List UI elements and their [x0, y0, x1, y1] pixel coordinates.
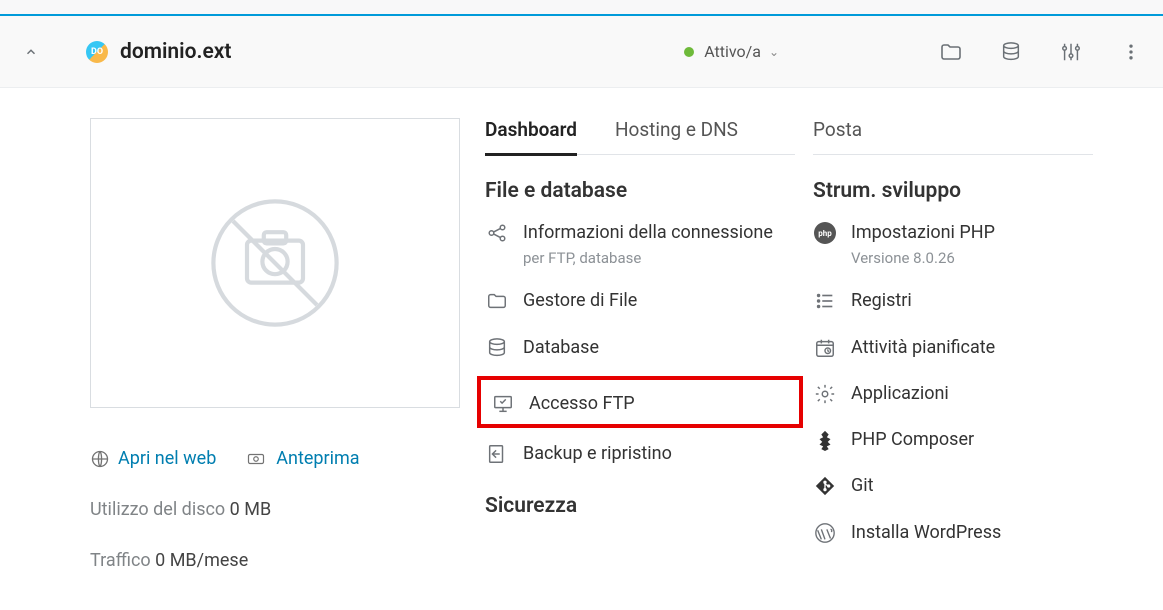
disk-usage: Utilizzo del disco 0 MB: [90, 499, 485, 520]
preview-link[interactable]: Anteprima: [244, 448, 359, 469]
wordpress-icon: [814, 522, 836, 544]
preview-label: Anteprima: [276, 448, 359, 469]
database-icon: [1000, 41, 1022, 63]
item-label: Backup e ripristino: [523, 442, 795, 466]
backup-icon: [486, 443, 508, 465]
tabs-right: Posta: [813, 118, 1093, 155]
item-label: Git: [851, 474, 1093, 498]
traffic-usage: Traffico 0 MB/mese: [90, 550, 485, 571]
item-applications[interactable]: Applicazioni: [813, 382, 1093, 406]
site-screenshot-placeholder: [90, 118, 460, 408]
section-dev-tools: Strum. sviluppo: [813, 179, 1093, 203]
item-label: Applicazioni: [851, 382, 1093, 406]
item-connection-info[interactable]: Informazioni della connessione per FTP, …: [485, 221, 795, 267]
tab-hosting-dns[interactable]: Hosting e DNS: [615, 118, 738, 156]
item-backup[interactable]: Backup e ripristino: [485, 442, 795, 466]
item-sublabel: per FTP, database: [523, 249, 795, 267]
open-in-web-label: Apri nel web: [118, 448, 216, 469]
item-php-settings[interactable]: php Impostazioni PHP Versione 8.0.26: [813, 221, 1093, 267]
calendar-icon: [814, 337, 836, 359]
files-button[interactable]: [939, 40, 963, 64]
tabs: Dashboard Hosting e DNS: [485, 118, 795, 155]
item-label: Attività pianificate: [851, 336, 1093, 360]
tab-mail[interactable]: Posta: [813, 118, 862, 156]
database-icon: [486, 337, 508, 359]
dots-vertical-icon: [1121, 42, 1141, 62]
no-image-icon: [205, 193, 345, 333]
eye-icon: [244, 450, 268, 468]
item-database[interactable]: Database: [485, 336, 795, 360]
item-label: Accesso FTP: [529, 392, 789, 416]
status-dot-icon: [684, 47, 694, 57]
preview-column: Apri nel web Anteprima Utilizzo del disc…: [90, 118, 485, 571]
middle-column: Dashboard Hosting e DNS File e database …: [485, 118, 795, 571]
php-icon: php: [813, 221, 837, 245]
panel-header: DO dominio.ext Attivo/a ⌄: [0, 16, 1163, 88]
item-label: Registri: [851, 289, 1093, 313]
status-label: Attivo/a: [704, 42, 761, 61]
svg-text:php: php: [818, 229, 832, 238]
item-install-wordpress[interactable]: Installa WordPress: [813, 521, 1093, 545]
item-scheduled-tasks[interactable]: Attività pianificate: [813, 336, 1093, 360]
item-sublabel: Versione 8.0.26: [851, 249, 1093, 267]
folder-icon: [939, 40, 963, 64]
collapse-button[interactable]: [18, 39, 44, 65]
item-logs[interactable]: Registri: [813, 289, 1093, 313]
domain-avatar-icon: DO: [86, 41, 108, 63]
item-label: Installa WordPress: [851, 521, 1093, 545]
chevron-down-icon: ⌄: [769, 45, 779, 59]
folder-icon: [486, 290, 508, 312]
monitor-icon: [492, 393, 514, 415]
tab-dashboard[interactable]: Dashboard: [485, 118, 577, 156]
more-button[interactable]: [1119, 40, 1143, 64]
open-in-web-link[interactable]: Apri nel web: [90, 448, 216, 469]
section-files-db: File e database: [485, 179, 795, 203]
item-file-manager[interactable]: Gestore di File: [485, 289, 795, 313]
domain-title: dominio.ext: [120, 40, 231, 64]
item-label: Impostazioni PHP: [851, 221, 1093, 245]
composer-icon: [814, 429, 836, 451]
item-php-composer[interactable]: PHP Composer: [813, 428, 1093, 452]
chevron-up-icon: [24, 45, 38, 59]
status-dropdown[interactable]: Attivo/a ⌄: [684, 42, 779, 61]
gear-icon: [814, 383, 836, 405]
item-git[interactable]: Git: [813, 474, 1093, 498]
share-icon: [486, 222, 508, 244]
database-button[interactable]: [999, 40, 1023, 64]
globe-icon: [90, 449, 110, 469]
git-icon: [814, 475, 836, 497]
settings-button[interactable]: [1059, 40, 1083, 64]
item-label: Informazioni della connessione: [523, 221, 795, 245]
sliders-icon: [1060, 41, 1082, 63]
highlight-ftp-access: Accesso FTP: [477, 376, 803, 428]
list-icon: [814, 290, 836, 312]
right-column: Posta Strum. sviluppo php Impostazioni P…: [813, 118, 1093, 571]
item-label: Database: [523, 336, 795, 360]
section-security: Sicurezza: [485, 494, 795, 518]
item-label: PHP Composer: [851, 428, 1093, 452]
item-ftp-access[interactable]: Accesso FTP: [491, 392, 789, 416]
item-label: Gestore di File: [523, 289, 795, 313]
